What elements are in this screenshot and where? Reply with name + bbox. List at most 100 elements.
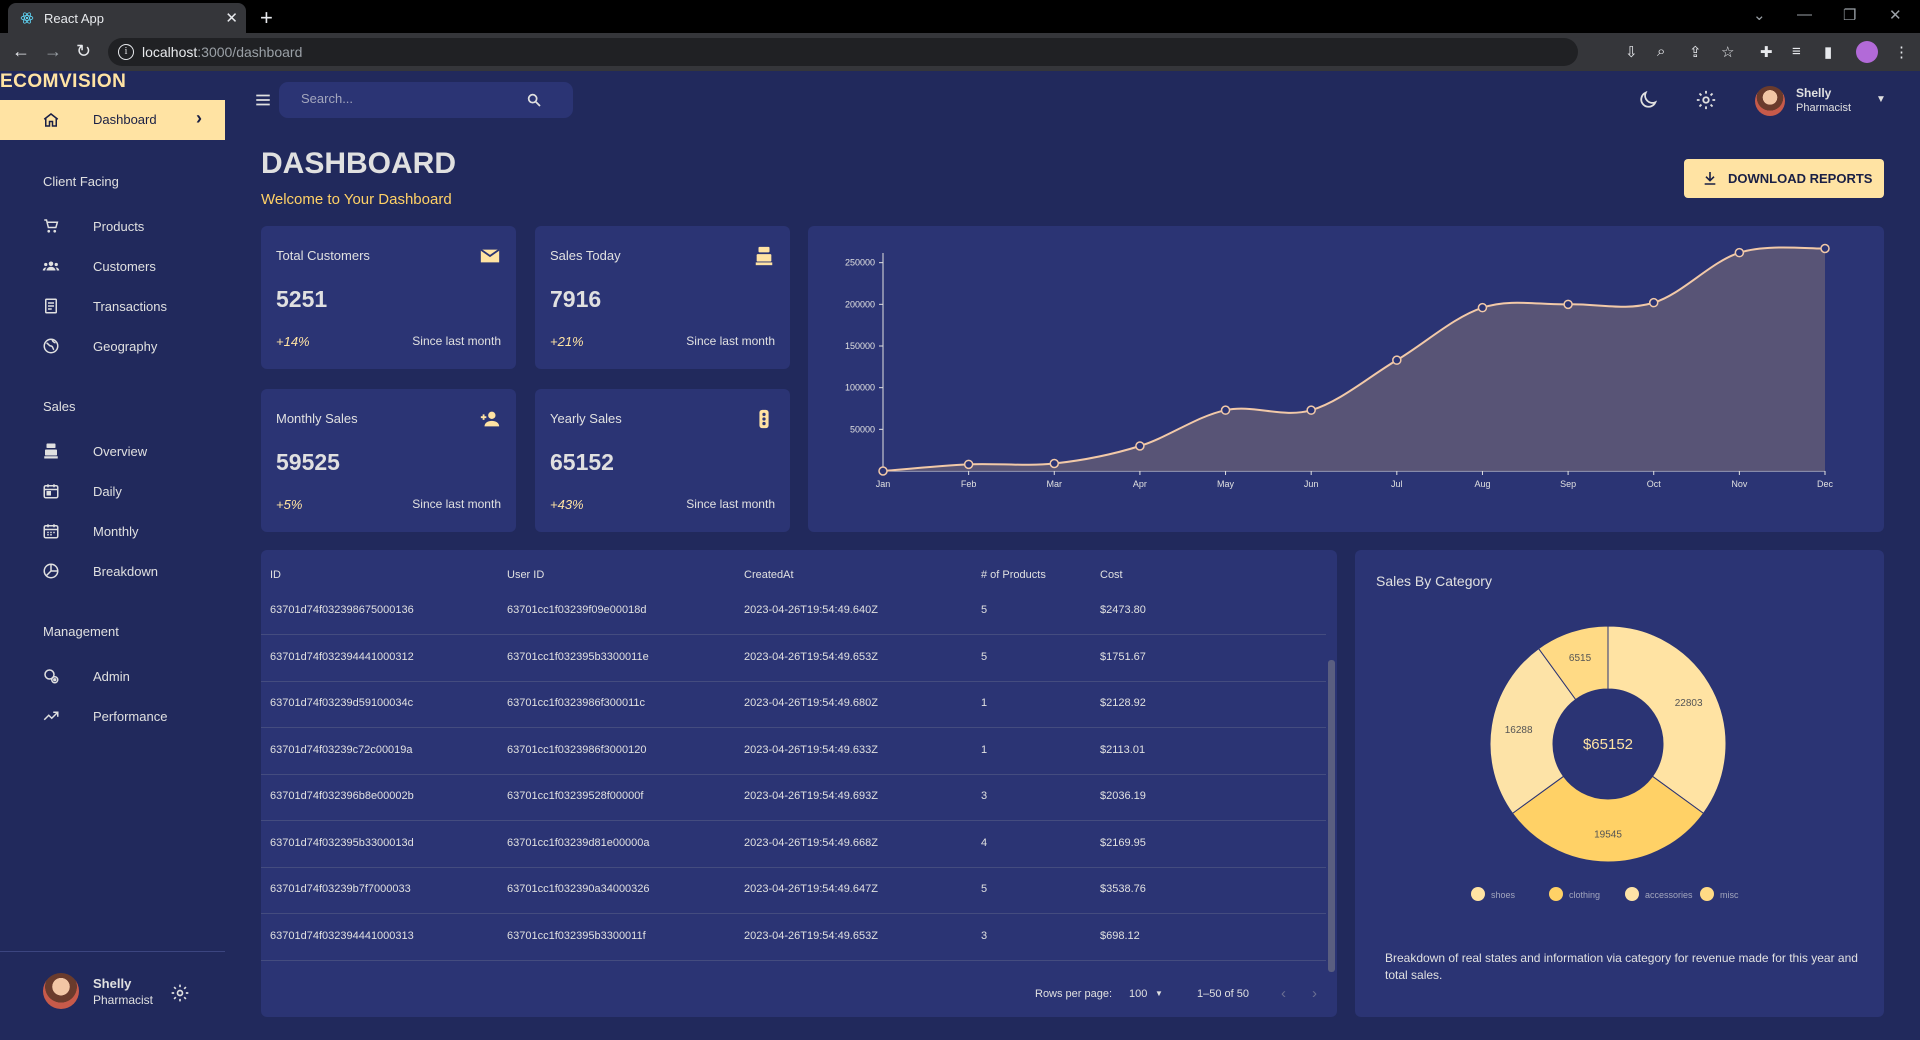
bookmark-star-icon[interactable]: ☆ (1721, 43, 1734, 61)
data-point[interactable] (1734, 247, 1745, 258)
sidebar-item-products[interactable]: Products (0, 209, 225, 243)
table-row[interactable]: 63701d74f03239d59100034c 63701cc1f0323986… (261, 682, 1326, 728)
groups-icon (42, 261, 60, 271)
site-info-icon[interactable]: i (118, 44, 134, 60)
pie-slice-label: 22803 (1675, 698, 1703, 709)
transactions-table: ID User ID CreatedAt # of Products Cost … (261, 550, 1337, 1017)
sidebar-item-transactions[interactable]: Transactions (0, 289, 225, 323)
table-row[interactable]: 63701d74f03239b7f7000033 63701cc1f032390a… (261, 868, 1326, 914)
sales-chart-card: 50000 100000 150000 200000 250000 Jan Feb Mar Ap… (808, 226, 1884, 532)
sidebar-item-label: Dashboard (93, 112, 157, 127)
column-header-products[interactable]: # of Products (981, 569, 1046, 581)
settings-icon[interactable] (1695, 89, 1717, 111)
new-tab-icon[interactable]: + (260, 5, 273, 31)
cell-products: 5 (981, 883, 988, 895)
cell-created-at: 2023-04-26T19:54:49.680Z (744, 697, 878, 709)
search-input[interactable] (301, 91, 521, 106)
legend-label: misc (1720, 890, 1739, 900)
download-reports-label: DOWNLOAD REPORTS (1728, 171, 1873, 186)
data-point[interactable] (1820, 243, 1830, 254)
search-icon[interactable] (526, 92, 542, 108)
next-page-icon[interactable]: › (1312, 985, 1317, 1002)
download-icon (1704, 172, 1716, 185)
trending-up-icon (43, 711, 59, 721)
browser-tab[interactable]: React App ✕ (8, 3, 246, 33)
sidebar-item-admin[interactable]: Admin (0, 659, 225, 693)
table-row[interactable]: 63701d74f032398675000136 63701cc1f03239f0… (261, 589, 1326, 635)
sidebar-item-daily[interactable]: Daily (0, 474, 225, 508)
cell-cost: $2036.19 (1100, 790, 1146, 802)
side-panel-icon[interactable]: ▮ (1824, 43, 1832, 61)
tab-close-icon[interactable]: ✕ (225, 9, 238, 27)
stat-since: Since last month (686, 497, 775, 511)
cell-created-at: 2023-04-26T19:54:49.653Z (744, 929, 878, 942)
dark-mode-icon[interactable] (1637, 89, 1659, 111)
cell-products: 3 (981, 790, 988, 802)
area-fill (883, 247, 1825, 471)
data-point[interactable] (963, 459, 974, 470)
data-point[interactable] (1220, 405, 1231, 415)
data-point[interactable] (1135, 441, 1145, 451)
tab-search-icon[interactable]: ⌄ (1753, 6, 1766, 24)
pie-slice-shoes[interactable] (1607, 625, 1727, 815)
sidebar-item-breakdown[interactable]: Breakdown (0, 554, 225, 588)
table-pagination: Rows per page: 100 ▼ 1–50 of 50 ‹ › (261, 978, 1337, 1017)
stat-value: 7916 (550, 286, 602, 312)
install-app-icon[interactable]: ⇩ (1625, 43, 1638, 61)
sidebar-item-dashboard[interactable]: Dashboard › (0, 100, 225, 140)
cell-cost: $2113.01 (1100, 743, 1146, 756)
column-header-user-id[interactable]: User ID (507, 569, 544, 581)
table-row[interactable]: 63701d74f032396b8e00002b 63701cc1f0323952… (261, 775, 1326, 821)
data-point[interactable] (1049, 458, 1060, 469)
table-row[interactable]: 63701d74f03239c72c00019a 63701cc1f0323986… (261, 729, 1326, 775)
search-bar (279, 82, 573, 118)
reading-list-icon[interactable]: ≡ (1792, 43, 1801, 60)
data-point[interactable] (1392, 355, 1402, 365)
chrome-menu-icon[interactable]: ⋮ (1894, 43, 1909, 61)
table-row[interactable]: 63701d74f032395b3300013d 63701cc1f03239d8… (261, 822, 1326, 868)
back-icon[interactable]: ← (12, 41, 30, 62)
gear-icon[interactable] (170, 983, 190, 1003)
rows-per-page-select[interactable]: 100 (1129, 988, 1147, 1000)
sidebar-item-monthly[interactable]: Monthly (0, 514, 225, 548)
cell-id: 63701d74f03239d59100034c (270, 697, 414, 709)
cell-cost: $2473.80 (1100, 604, 1146, 616)
download-reports-button[interactable]: DOWNLOAD REPORTS (1684, 159, 1884, 198)
forward-icon[interactable]: → (44, 41, 62, 62)
extensions-icon[interactable]: ✚ (1760, 43, 1773, 61)
profile-avatar[interactable] (1856, 41, 1878, 63)
column-header-cost[interactable]: Cost (1100, 569, 1123, 581)
sidebar-item-label: Breakdown (93, 564, 159, 579)
legend-label: clothing (1569, 890, 1601, 900)
caret-down-icon[interactable]: ▼ (1155, 989, 1163, 998)
data-point[interactable] (1563, 299, 1573, 310)
table-scrollbar[interactable] (1328, 660, 1335, 972)
sidebar-item-customers[interactable]: Customers (0, 249, 225, 283)
column-header-created-at[interactable]: CreatedAt (744, 569, 794, 581)
url-field[interactable]: i localhost:3000/dashboard (108, 38, 1578, 66)
menu-icon[interactable] (254, 91, 272, 109)
table-row[interactable]: 63701d74f032394441000312 63701cc1f032395b… (261, 636, 1326, 682)
reload-icon[interactable]: ↻ (76, 41, 91, 62)
column-header-id[interactable]: ID (270, 569, 281, 581)
sidebar-item-geography[interactable]: Geography (0, 329, 225, 363)
data-point[interactable] (1306, 405, 1316, 415)
data-point[interactable] (1477, 302, 1488, 313)
close-window-icon[interactable]: ✕ (1889, 6, 1902, 24)
previous-page-icon[interactable]: ‹ (1281, 985, 1286, 1002)
share-icon[interactable]: ⇪ (1689, 43, 1702, 61)
data-point[interactable] (1648, 297, 1659, 308)
data-point[interactable] (878, 466, 888, 476)
sidebar-item-overview[interactable]: Overview (0, 434, 225, 468)
restore-icon[interactable]: ❐ (1843, 6, 1856, 24)
avatar (43, 973, 79, 1009)
table-row[interactable]: 63701d74f032394441000313 63701cc1f032395b… (261, 915, 1326, 961)
user-menu-button[interactable]: Shelly Pharmacist ▼ (1752, 83, 1892, 119)
sidebar-item-performance[interactable]: Performance (0, 699, 225, 733)
x-tick-label: Jul (1391, 479, 1403, 489)
cell-products: 1 (981, 697, 988, 709)
minimize-icon[interactable]: — (1797, 6, 1812, 23)
user-role: Pharmacist (1796, 102, 1852, 114)
cell-id: 63701d74f03239c72c00019a (270, 743, 413, 756)
zoom-icon[interactable]: ⌕ (1657, 43, 1665, 60)
